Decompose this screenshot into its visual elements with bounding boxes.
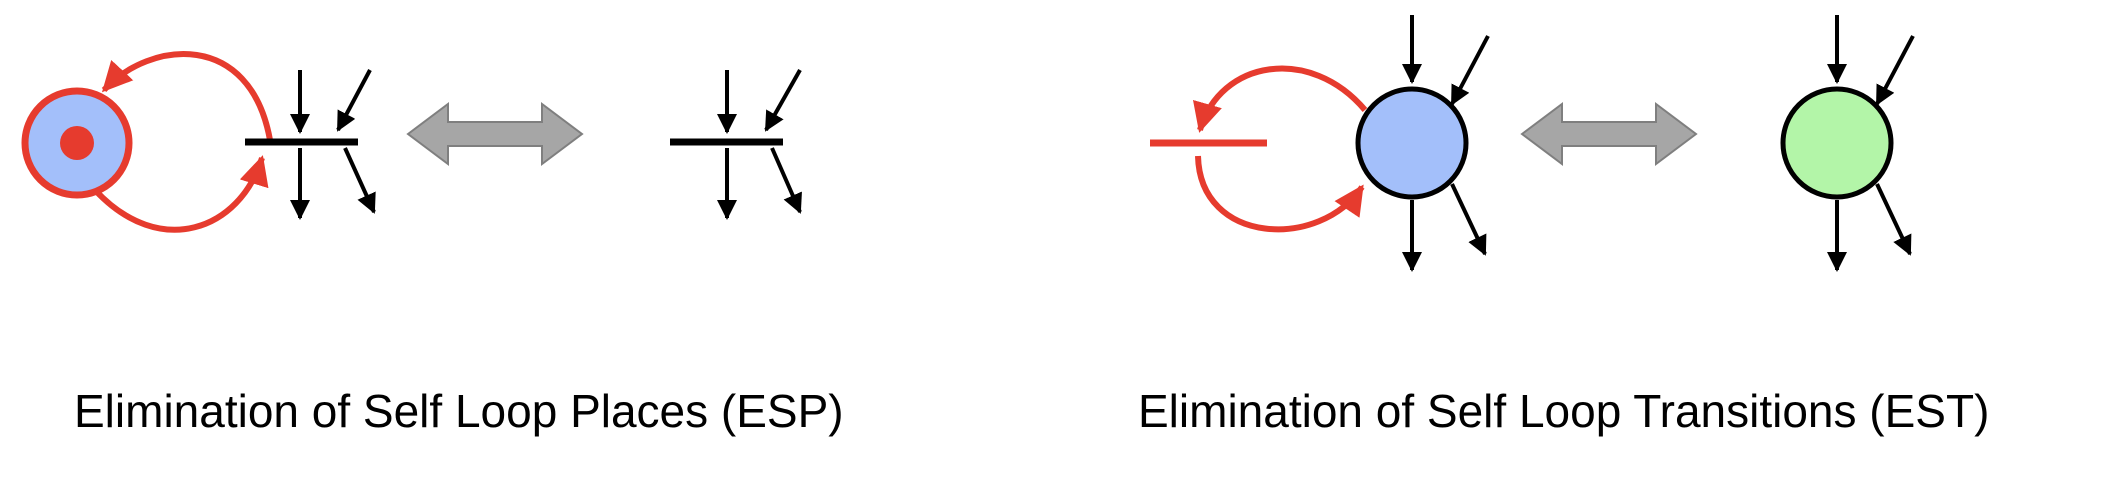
est-caption: Elimination of Self Loop Transitions (ES…	[1138, 385, 1990, 437]
est-after-net	[1780, 15, 1915, 272]
est-loop-arc-to-place	[1195, 155, 1365, 233]
est-output-arc-2	[1450, 183, 1487, 256]
esp-after-output-arc-2	[770, 147, 802, 214]
est-equivalence-arrow	[1520, 102, 1698, 166]
est-place	[1355, 86, 1469, 200]
esp-before-net	[21, 51, 376, 233]
esp-equivalence-arrow	[406, 102, 584, 166]
esp-output-arc-2	[343, 147, 376, 214]
est-before-net	[1150, 15, 1490, 272]
esp-place-token	[60, 126, 94, 160]
est-panel	[1150, 15, 1915, 272]
esp-input-arc-2	[336, 69, 372, 132]
est-input-arc-2	[1450, 35, 1490, 106]
est-after-output-arc-2	[1875, 183, 1912, 256]
est-after-input-arc-2	[1875, 35, 1915, 106]
esp-panel	[21, 51, 802, 233]
est-after-place	[1780, 86, 1894, 200]
esp-after-input-arc-2	[764, 69, 802, 132]
est-loop-arc-to-transition	[1193, 65, 1368, 133]
esp-after-net	[670, 69, 802, 220]
esp-caption: Elimination of Self Loop Places (ESP)	[74, 385, 844, 437]
